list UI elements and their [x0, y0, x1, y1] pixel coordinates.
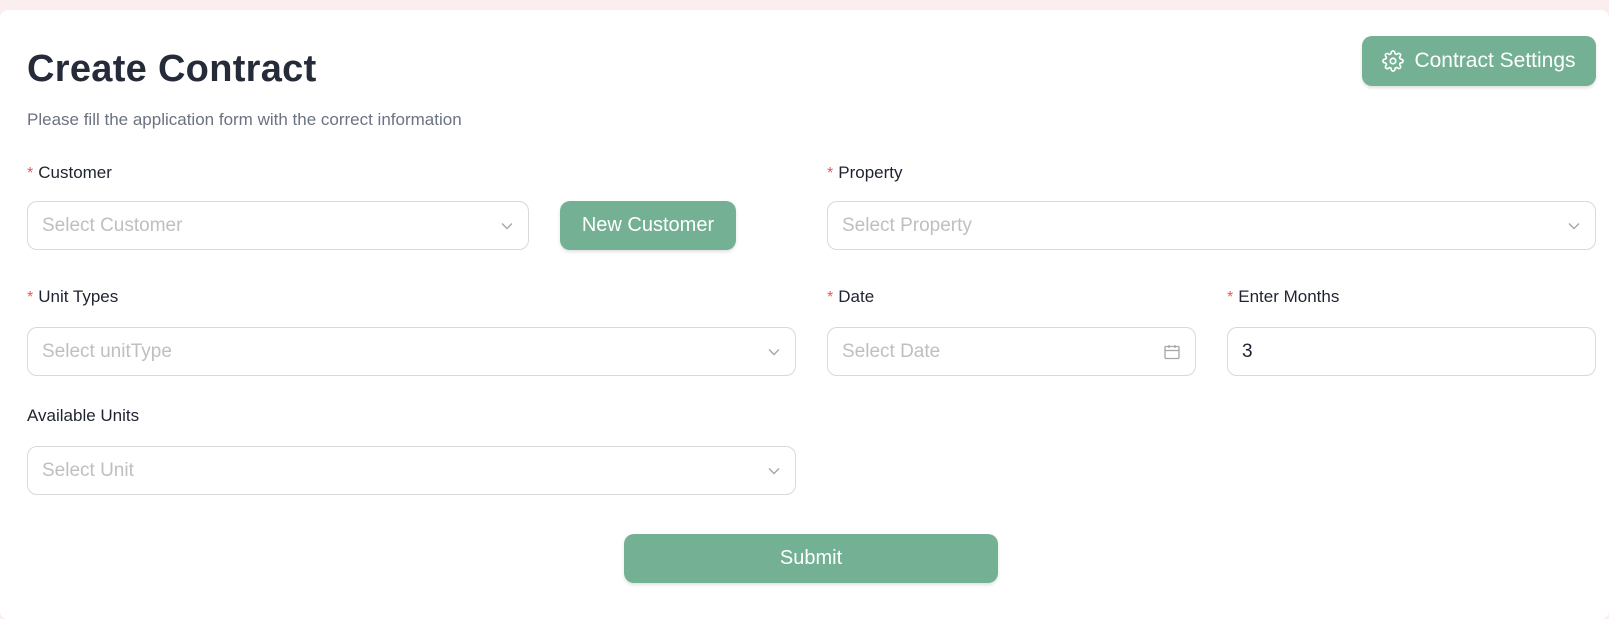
available-units-label: Available Units	[27, 406, 140, 425]
required-mark: *	[27, 289, 34, 306]
contract-settings-label: Contract Settings	[1414, 49, 1576, 72]
available-units-placeholder: Select Unit	[42, 459, 134, 481]
required-mark: *	[827, 165, 834, 182]
months-value: 3	[1242, 340, 1253, 362]
page-title: Create Contract	[27, 48, 317, 90]
page-subtitle: Please fill the application form with th…	[27, 110, 462, 129]
customer-placeholder: Select Customer	[42, 214, 183, 236]
property-select[interactable]: Select Property	[827, 201, 1596, 250]
available-units-select[interactable]: Select Unit	[27, 446, 796, 495]
unit-types-select[interactable]: Select unitType	[27, 327, 796, 376]
property-placeholder: Select Property	[842, 214, 972, 236]
required-mark: *	[27, 165, 34, 182]
gear-icon	[1382, 50, 1405, 72]
submit-button[interactable]: Submit	[624, 534, 998, 583]
chevron-down-icon	[767, 464, 781, 478]
months-input[interactable]: 3	[1227, 327, 1596, 376]
customer-label: * Customer	[27, 163, 112, 183]
chevron-down-icon	[500, 219, 514, 233]
contract-settings-button[interactable]: Contract Settings	[1362, 36, 1596, 86]
required-mark: *	[1227, 289, 1234, 306]
months-label-text: Enter Months	[1238, 287, 1340, 306]
unit-types-label-text: Unit Types	[38, 287, 119, 306]
date-label: * Date	[827, 287, 874, 307]
date-label-text: Date	[838, 287, 875, 306]
customer-select[interactable]: Select Customer	[27, 201, 529, 250]
calendar-icon[interactable]	[1163, 343, 1181, 361]
date-picker[interactable]: Select Date	[827, 327, 1196, 376]
customer-label-text: Customer	[38, 163, 112, 182]
chevron-down-icon	[1567, 219, 1581, 233]
chevron-down-icon	[767, 345, 781, 359]
unit-types-label: * Unit Types	[27, 287, 118, 307]
required-mark: *	[827, 289, 834, 306]
property-label-text: Property	[838, 163, 903, 182]
date-placeholder: Select Date	[842, 340, 941, 362]
property-label: * Property	[827, 163, 902, 183]
new-customer-button[interactable]: New Customer	[560, 201, 736, 250]
months-label: * Enter Months	[1227, 287, 1339, 307]
create-contract-card: Create Contract Please fill the applicat…	[0, 10, 1609, 619]
unit-types-placeholder: Select unitType	[42, 340, 172, 362]
